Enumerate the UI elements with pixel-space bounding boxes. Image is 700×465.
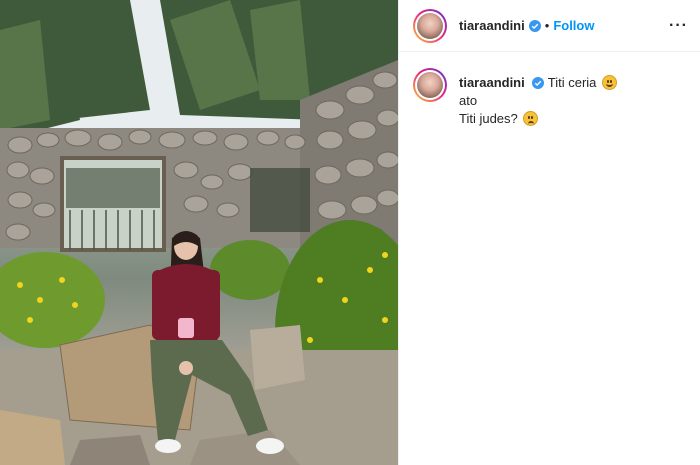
caption-line-1: Titi ceria (547, 75, 597, 90)
follow-button[interactable]: Follow (553, 18, 594, 33)
grumpy-face-icon (523, 111, 539, 126)
caption-avatar[interactable] (413, 68, 447, 102)
verified-badge-icon (528, 19, 541, 32)
separator-dot: • (544, 18, 550, 33)
avatar[interactable] (413, 8, 447, 43)
caption-line-2: ato (459, 93, 478, 108)
post-sidebar: tiaraandini • Follow ··· tiaraandini Tit… (398, 0, 700, 465)
verified-badge-icon (532, 77, 545, 89)
caption-username[interactable]: tiaraandini (459, 75, 525, 90)
caption-text: tiaraandini Titi ceria ato Titi judes? (459, 68, 618, 128)
header-username[interactable]: tiaraandini (459, 18, 525, 33)
post-photo[interactable] (0, 0, 398, 465)
smiling-face-icon (602, 75, 618, 90)
photo-scene (0, 0, 398, 465)
caption-line-3: Titi judes? (459, 111, 518, 126)
post-caption: tiaraandini Titi ceria ato Titi judes? (399, 52, 700, 128)
instagram-post: tiaraandini • Follow ··· tiaraandini Tit… (0, 0, 700, 465)
post-header: tiaraandini • Follow ··· (399, 0, 700, 52)
more-options-icon[interactable]: ··· (669, 17, 688, 35)
